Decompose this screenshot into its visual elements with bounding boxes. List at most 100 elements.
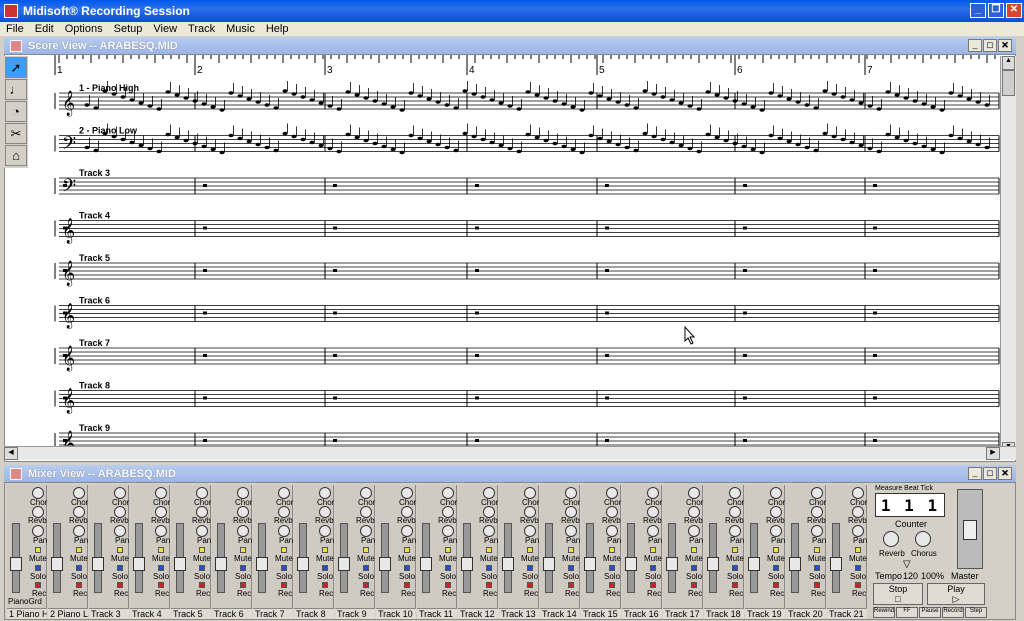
rec-led-icon[interactable] xyxy=(486,582,492,588)
solo-led-icon[interactable] xyxy=(855,565,861,571)
track-label[interactable]: Track 7 xyxy=(79,338,110,348)
mute-led-icon[interactable] xyxy=(609,547,615,553)
rec-led-icon[interactable] xyxy=(568,582,574,588)
track-label[interactable]: Track 9 xyxy=(79,423,110,433)
track-label[interactable]: 1 - Piano High xyxy=(79,83,139,93)
fader-cap[interactable] xyxy=(174,557,186,571)
mixer-maximize-button[interactable]: □ xyxy=(983,467,997,480)
note-icon[interactable]: ♩ xyxy=(5,79,27,100)
strip-track-name[interactable]: Track 11 xyxy=(417,608,457,619)
strip-track-name[interactable]: Track 5 xyxy=(171,608,211,619)
solo-led-icon[interactable] xyxy=(814,565,820,571)
mute-led-icon[interactable] xyxy=(732,547,738,553)
fader-cap[interactable] xyxy=(10,557,22,571)
mute-led-icon[interactable] xyxy=(773,547,779,553)
rec-led-icon[interactable] xyxy=(240,582,246,588)
mute-led-icon[interactable] xyxy=(404,547,410,553)
rec-led-icon[interactable] xyxy=(609,582,615,588)
menu-help[interactable]: Help xyxy=(260,23,294,35)
solo-led-icon[interactable] xyxy=(117,565,123,571)
score-staves[interactable]: 1 2 3 4 5 6 71 - Piano High𝄞2 - Piano Low𝄢Trac… xyxy=(5,55,1016,462)
solo-led-icon[interactable] xyxy=(363,565,369,571)
score-horizontal-scrollbar[interactable]: ◀ ▶ xyxy=(4,446,1016,460)
rec-led-icon[interactable] xyxy=(76,582,82,588)
solo-led-icon[interactable] xyxy=(240,565,246,571)
fast-forward-button[interactable]: FF xyxy=(896,607,918,618)
scroll-left-icon[interactable]: ◀ xyxy=(4,447,18,460)
master-fader-cap[interactable] xyxy=(963,520,977,540)
rec-led-icon[interactable] xyxy=(691,582,697,588)
rec-led-icon[interactable] xyxy=(35,582,41,588)
minimize-button[interactable]: _ xyxy=(970,3,986,18)
score-vertical-scrollbar[interactable]: ▲ ▼ xyxy=(1000,56,1016,456)
fader-cap[interactable] xyxy=(789,557,801,571)
rec-led-icon[interactable] xyxy=(322,582,328,588)
solo-led-icon[interactable] xyxy=(445,565,451,571)
rec-led-icon[interactable] xyxy=(363,582,369,588)
fader-cap[interactable] xyxy=(297,557,309,571)
strip-track-name[interactable]: Track 14 xyxy=(540,608,580,619)
solo-led-icon[interactable] xyxy=(35,565,41,571)
play-button[interactable]: Play ▷ xyxy=(927,583,985,605)
strip-track-name[interactable]: Track 10 xyxy=(376,608,416,619)
rec-led-icon[interactable] xyxy=(158,582,164,588)
solo-led-icon[interactable] xyxy=(773,565,779,571)
tempo-arrow-icon[interactable]: ▽ xyxy=(903,559,911,570)
fader-cap[interactable] xyxy=(51,557,63,571)
rewind-button[interactable]: Rewind xyxy=(873,607,895,618)
solo-led-icon[interactable] xyxy=(486,565,492,571)
track-label[interactable]: Track 3 xyxy=(79,168,110,178)
app-titlebar[interactable]: Midisoft® Recording Session _ ❐ ✕ xyxy=(0,0,1024,22)
scroll-right-icon[interactable]: ▶ xyxy=(986,447,1000,460)
fader-cap[interactable] xyxy=(625,557,637,571)
mute-led-icon[interactable] xyxy=(691,547,697,553)
track-label[interactable]: 2 - Piano Low xyxy=(79,126,138,136)
fader-cap[interactable] xyxy=(666,557,678,571)
menu-options[interactable]: Options xyxy=(59,23,108,35)
strip-track-name[interactable]: Track 21 xyxy=(827,608,867,619)
track-label[interactable]: Track 8 xyxy=(79,381,110,391)
menu-edit[interactable]: Edit xyxy=(29,23,59,35)
fader-cap[interactable] xyxy=(748,557,760,571)
strip-track-name[interactable]: Track 15 xyxy=(581,608,621,619)
solo-led-icon[interactable] xyxy=(527,565,533,571)
eraser-icon[interactable]: ⌂ xyxy=(5,145,27,166)
solo-led-icon[interactable] xyxy=(568,565,574,571)
mute-led-icon[interactable] xyxy=(814,547,820,553)
score-canvas[interactable]: 12345671 - Piano High 𝄞 2 - Piano Low 𝄢 Trac… xyxy=(4,54,1016,462)
strip-track-name[interactable]: 2 Piano Lo xyxy=(48,608,88,619)
restore-button[interactable]: ❐ xyxy=(988,3,1004,18)
menu-music[interactable]: Music xyxy=(220,23,260,35)
rec-led-icon[interactable] xyxy=(855,582,861,588)
solo-led-icon[interactable] xyxy=(691,565,697,571)
rest-icon[interactable]: ◔ xyxy=(5,101,27,122)
solo-led-icon[interactable] xyxy=(404,565,410,571)
solo-led-icon[interactable] xyxy=(158,565,164,571)
strip-track-name[interactable]: 1 Piano H xyxy=(7,608,47,619)
scissors-icon[interactable]: ✂ xyxy=(5,123,27,144)
rec-led-icon[interactable] xyxy=(281,582,287,588)
strip-track-name[interactable]: Track 18 xyxy=(704,608,744,619)
score-close-button[interactable]: ✕ xyxy=(998,39,1012,52)
mute-led-icon[interactable] xyxy=(322,547,328,553)
rec-led-icon[interactable] xyxy=(199,582,205,588)
solo-led-icon[interactable] xyxy=(322,565,328,571)
fader-cap[interactable] xyxy=(420,557,432,571)
record-button[interactable]: Record xyxy=(942,607,964,618)
rec-led-icon[interactable] xyxy=(650,582,656,588)
master-fader[interactable] xyxy=(957,489,983,569)
strip-track-name[interactable]: Track 17 xyxy=(663,608,703,619)
mute-led-icon[interactable] xyxy=(76,547,82,553)
solo-led-icon[interactable] xyxy=(732,565,738,571)
mute-led-icon[interactable] xyxy=(117,547,123,553)
rec-led-icon[interactable] xyxy=(117,582,123,588)
strip-track-name[interactable]: Track 9 xyxy=(335,608,375,619)
score-minimize-button[interactable]: _ xyxy=(968,39,982,52)
fader-cap[interactable] xyxy=(584,557,596,571)
chorus-knob-icon[interactable] xyxy=(915,531,931,547)
mute-led-icon[interactable] xyxy=(486,547,492,553)
mute-led-icon[interactable] xyxy=(281,547,287,553)
strip-track-name[interactable]: Track 13 xyxy=(499,608,539,619)
fader-cap[interactable] xyxy=(502,557,514,571)
strip-track-name[interactable]: Track 20 xyxy=(786,608,826,619)
